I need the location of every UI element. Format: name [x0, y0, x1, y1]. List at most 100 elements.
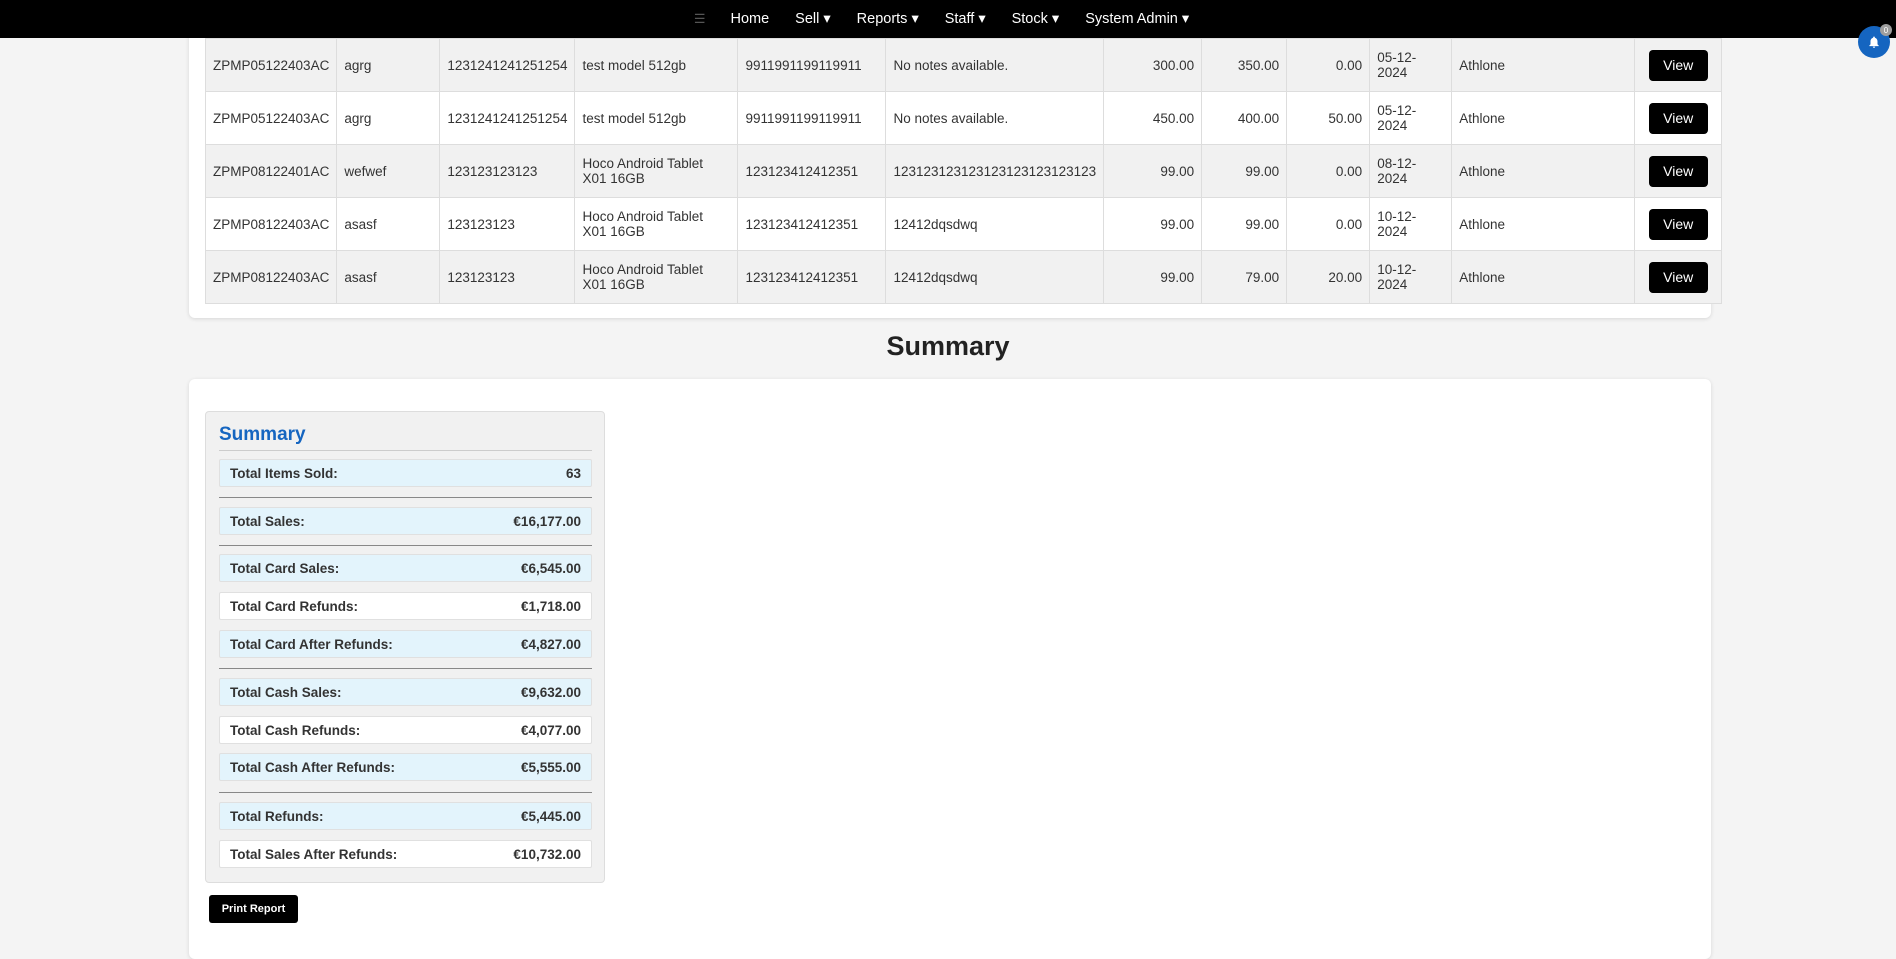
summary-label: Total Sales After Refunds:	[230, 846, 398, 862]
nav-sell[interactable]: Sell ▾	[782, 11, 844, 27]
nav-stock[interactable]: Stock ▾	[999, 11, 1073, 27]
table-cell: ZPMP08122403AC	[204, 250, 338, 304]
table-cell: 0.00	[1286, 197, 1371, 251]
table-row: ZPMP08122401AC wefwef 123123123123 Hoco And…	[204, 144, 1723, 198]
table-cell: ZPMP08122401AC	[204, 144, 338, 198]
table-cell: 123123412412351	[737, 197, 887, 251]
table-cell: 123123123123	[439, 144, 576, 198]
summary-value: €1,718.00	[520, 598, 581, 614]
summary-value: €6,545.00	[520, 560, 581, 576]
table-cell-action: View	[1634, 144, 1723, 198]
summary-row-total-cash-sales: Total Cash Sales: €9,632.00	[219, 678, 592, 706]
table-cell: 9911991199119911	[737, 91, 887, 145]
print-report-button[interactable]: Print Report	[209, 895, 298, 923]
summary-row-total-sales: Total Sales: €16,177.00	[219, 507, 592, 535]
table-cell: Hoco Android Tablet X01 16GB	[574, 144, 739, 198]
nav-reports[interactable]: Reports ▾	[844, 11, 932, 27]
hamburger-menu-icon[interactable]: ☰	[694, 11, 706, 27]
view-button[interactable]: View	[1648, 261, 1708, 293]
summary-value: 63	[565, 465, 581, 481]
top-nav: ☰ Home Sell ▾ Reports ▾ Staff ▾ Stock ▾ …	[0, 0, 1896, 38]
table-cell: 300.00	[1103, 38, 1203, 92]
table-row: ZPMP05122403AC agrg 1231241241251254 test m…	[204, 38, 1723, 92]
table-cell: ZPMP05122403AC	[204, 91, 338, 145]
table-cell: 05-12-2024	[1369, 38, 1453, 92]
table-cell: Hoco Android Tablet X01 16GB	[574, 250, 739, 304]
table-cell-action: View	[1634, 250, 1723, 304]
table-cell: 123123412412351	[737, 250, 887, 304]
summary-label: Total Items Sold:	[230, 465, 338, 481]
summary-divider	[219, 792, 592, 793]
table-cell: 79.00	[1201, 250, 1288, 304]
summary-divider	[219, 545, 592, 546]
table-cell: 0.00	[1286, 38, 1371, 92]
table-row: ZPMP08122403AC asasf 123123123 Hoco Android…	[204, 197, 1723, 251]
table-cell: 99.00	[1201, 197, 1288, 251]
table-cell: asasf	[336, 197, 441, 251]
nav-home[interactable]: Home	[717, 11, 782, 27]
table-cell: test model 512gb	[574, 38, 739, 92]
summary-label: Total Cash Sales:	[230, 684, 342, 700]
bell-icon	[1869, 36, 1879, 48]
view-button[interactable]: View	[1648, 208, 1708, 240]
table-cell: 450.00	[1103, 91, 1203, 145]
table-cell: Athlone	[1451, 91, 1636, 145]
view-button[interactable]: View	[1648, 155, 1708, 187]
table-cell: 0.00	[1286, 144, 1371, 198]
table-cell: 12412dqsdwq	[885, 250, 1105, 304]
table-row: ZPMP05122403AC agrg 1231241241251254 test m…	[204, 91, 1723, 145]
table-cell: Athlone	[1451, 197, 1636, 251]
table-cell: ZPMP05122403AC	[204, 38, 338, 92]
table-cell: 123123412412351	[737, 144, 887, 198]
table-cell: wefwef	[336, 144, 441, 198]
summary-label: Total Card Refunds:	[230, 598, 358, 614]
table-cell: 1231241241251254	[439, 91, 576, 145]
table-cell: 10-12-2024	[1369, 250, 1453, 304]
summary-row-total-cash-after-refunds: Total Cash After Refunds: €5,555.00	[219, 753, 592, 781]
table-cell: No notes available.	[885, 91, 1105, 145]
records-table: ZPMP05122403AC agrg 1231241241251254 test m…	[204, 38, 1723, 304]
table-cell: ZPMP08122403AC	[204, 197, 338, 251]
view-button[interactable]: View	[1648, 102, 1708, 134]
summary-box: Summary Total Items Sold: 63 Total Sales…	[205, 411, 605, 883]
table-cell-action: View	[1634, 197, 1723, 251]
summary-divider	[219, 668, 592, 669]
table-cell: 350.00	[1201, 38, 1288, 92]
table-cell: Hoco Android Tablet X01 16GB	[574, 197, 739, 251]
nav-system-admin[interactable]: System Admin ▾	[1072, 11, 1202, 27]
summary-row-total-sales-after-refunds: Total Sales After Refunds: €10,732.00	[219, 840, 592, 868]
summary-value: €5,555.00	[520, 759, 581, 775]
summary-section-title: Summary	[886, 331, 1010, 361]
table-cell: Athlone	[1451, 250, 1636, 304]
table-row: ZPMP08122403AC asasf 123123123 Hoco Android…	[204, 250, 1723, 304]
table-cell: 123123123	[439, 250, 576, 304]
summary-label: Total Cash After Refunds:	[230, 759, 396, 775]
table-cell: agrg	[336, 38, 441, 92]
summary-title-divider	[219, 450, 592, 451]
summary-row-total-card-sales: Total Card Sales: €6,545.00	[219, 554, 592, 582]
view-button[interactable]: View	[1648, 49, 1708, 81]
summary-row-total-refunds: Total Refunds: €5,445.00	[219, 802, 592, 830]
table-cell: 08-12-2024	[1369, 144, 1453, 198]
summary-label: Total Card Sales:	[230, 560, 340, 576]
nav-staff[interactable]: Staff ▾	[932, 11, 999, 27]
table-cell: test model 512gb	[574, 91, 739, 145]
table-cell: 9911991199119911	[737, 38, 887, 92]
table-cell: 1231241241251254	[439, 38, 576, 92]
summary-value: €16,177.00	[513, 513, 581, 529]
table-cell: 50.00	[1286, 91, 1371, 145]
notification-badge: 0	[1880, 24, 1892, 36]
table-cell: 10-12-2024	[1369, 197, 1453, 251]
table-cell: 99.00	[1103, 197, 1203, 251]
summary-label: Total Card After Refunds:	[230, 636, 393, 652]
table-cell: 20.00	[1286, 250, 1371, 304]
summary-label: Total Sales:	[230, 513, 305, 529]
table-cell: 12412dqsdwq	[885, 197, 1105, 251]
table-cell: Athlone	[1451, 38, 1636, 92]
summary-label: Total Cash Refunds:	[230, 722, 361, 738]
summary-value: €9,632.00	[520, 684, 581, 700]
table-cell: asasf	[336, 250, 441, 304]
summary-value: €10,732.00	[513, 846, 581, 862]
notification-bell-button[interactable]: 0	[1858, 24, 1892, 58]
summary-row-total-items-sold: Total Items Sold: 63	[219, 459, 592, 487]
